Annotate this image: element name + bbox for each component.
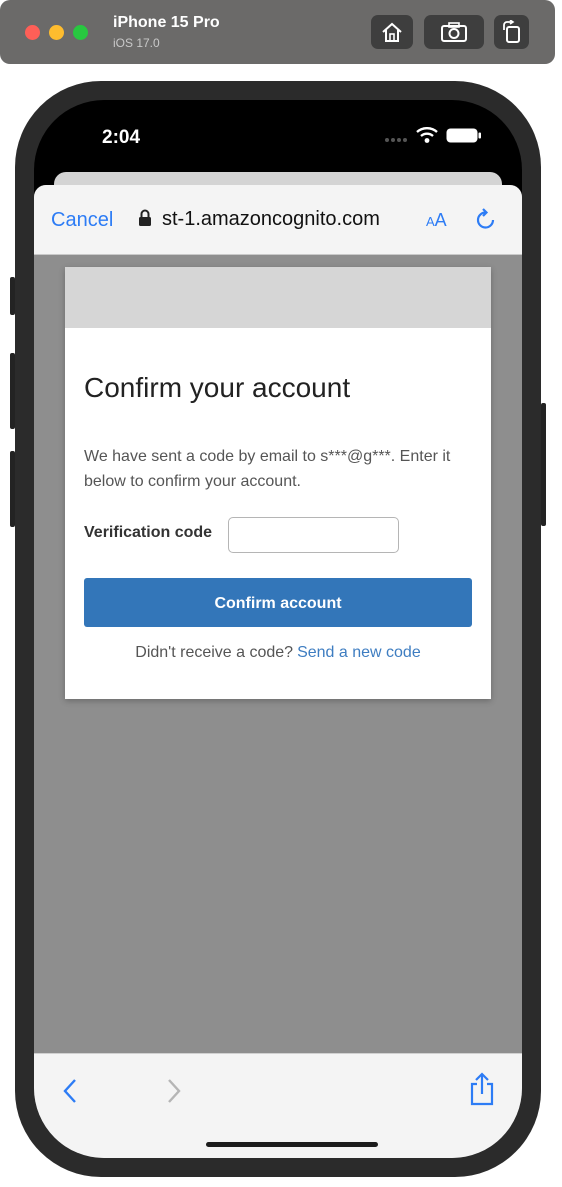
status-time: 2:04 xyxy=(102,127,141,148)
wifi-icon xyxy=(416,127,438,143)
close-window-button[interactable] xyxy=(25,25,40,40)
text-size-small: A xyxy=(426,214,435,229)
home-icon xyxy=(382,22,402,42)
volume-up-button xyxy=(10,353,15,429)
page-title: Confirm your account xyxy=(84,372,351,403)
browser-toolbar xyxy=(34,1053,522,1158)
share-icon[interactable] xyxy=(469,1072,495,1106)
screenshot-icon xyxy=(441,22,467,42)
action-button xyxy=(10,277,15,315)
confirm-account-card: Confirm your account We have sent a code… xyxy=(65,267,491,699)
zoom-window-button[interactable] xyxy=(73,25,88,40)
verification-code-input[interactable] xyxy=(228,517,399,553)
verification-code-label: Verification code xyxy=(84,524,213,541)
text-size-large: A xyxy=(434,210,447,230)
resend-code-row: Didn't receive a code? Send a new code xyxy=(65,644,491,662)
confirm-account-button[interactable]: Confirm account xyxy=(84,578,472,627)
minimize-window-button[interactable] xyxy=(49,25,64,40)
reload-icon[interactable] xyxy=(475,207,497,231)
send-new-code-link[interactable]: Send a new code xyxy=(297,644,421,661)
battery-icon xyxy=(446,128,481,143)
back-icon[interactable] xyxy=(63,1078,77,1104)
rotate-button[interactable] xyxy=(494,15,529,49)
cancel-button[interactable]: Cancel xyxy=(51,209,113,232)
url-text[interactable]: st-1.amazoncognito.com xyxy=(162,208,380,231)
device-name: iPhone 15 Pro xyxy=(113,14,220,31)
rotate-icon xyxy=(502,20,520,43)
text-size-button[interactable]: AA xyxy=(426,210,447,231)
screenshot-button[interactable] xyxy=(424,15,484,49)
home-button[interactable] xyxy=(371,15,413,49)
resend-prompt: Didn't receive a code? xyxy=(135,644,294,661)
simulator-toolbar: iPhone 15 Pro iOS 17.0 xyxy=(0,0,555,64)
forward-icon[interactable] xyxy=(167,1078,181,1104)
confirmation-message: We have sent a code by email to s***@g**… xyxy=(84,448,451,490)
phone-screen: 2:04 Cancel st-1.amazoncognito.com AA Co… xyxy=(34,100,522,1158)
os-version: iOS 17.0 xyxy=(113,36,160,50)
phone-frame: 2:04 Cancel st-1.amazoncognito.com AA Co… xyxy=(10,81,546,1177)
lock-icon xyxy=(139,209,151,226)
browser-address-bar: Cancel st-1.amazoncognito.com AA xyxy=(34,185,522,255)
card-banner xyxy=(65,267,491,328)
browser-sheet: Cancel st-1.amazoncognito.com AA Confirm… xyxy=(34,185,522,1158)
power-button xyxy=(541,403,546,526)
cellular-signal-icon xyxy=(385,138,407,142)
volume-down-button xyxy=(10,451,15,527)
home-indicator[interactable] xyxy=(206,1142,378,1147)
